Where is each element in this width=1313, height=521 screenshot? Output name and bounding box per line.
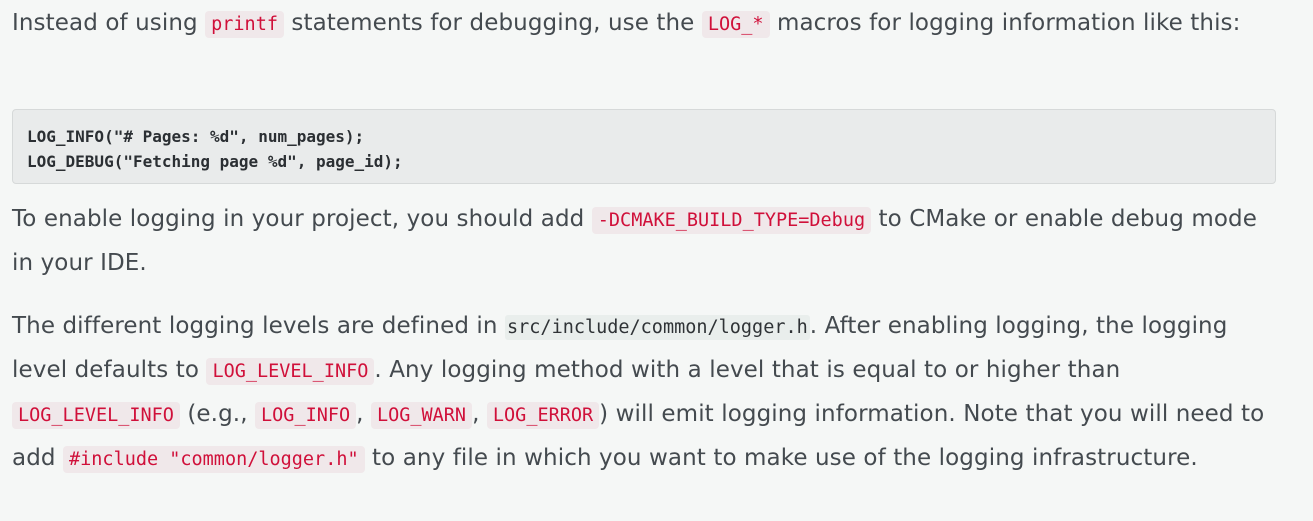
text: . Any logging method with a level that i… bbox=[374, 357, 1121, 383]
paragraph-intro: Instead of using printf statements for d… bbox=[12, 2, 1280, 46]
inline-code-log-info: LOG_INFO bbox=[255, 402, 357, 429]
code-line-1: LOG_INFO("# Pages: %d", num_pages); bbox=[27, 127, 365, 146]
text: to any file in which you want to make us… bbox=[364, 445, 1198, 471]
paragraph-enable-logging: To enable logging in your project, you s… bbox=[12, 198, 1280, 284]
text: Instead of using bbox=[12, 10, 206, 36]
paragraph-logging-levels: The different logging levels are defined… bbox=[12, 305, 1280, 481]
inline-code-log-macros: LOG_* bbox=[701, 11, 770, 38]
inline-code-log-error: LOG_ERROR bbox=[486, 402, 600, 429]
code-line-2: LOG_DEBUG("Fetching page %d", page_id); bbox=[27, 152, 403, 171]
inline-code-logger-path: src/include/common/logger.h bbox=[505, 315, 810, 340]
text: The different logging levels are defined… bbox=[12, 313, 506, 339]
text: (e.g., bbox=[179, 401, 256, 427]
inline-code-printf: printf bbox=[205, 11, 284, 38]
inline-code-cmake-flag: -DCMAKE_BUILD_TYPE=Debug bbox=[591, 207, 872, 234]
inline-code-log-warn: LOG_WARN bbox=[370, 402, 473, 429]
code-block[interactable]: LOG_INFO("# Pages: %d", num_pages); LOG_… bbox=[12, 109, 1276, 184]
inline-code-log-level-info: LOG_LEVEL_INFO bbox=[206, 358, 375, 385]
text: statements for debugging, use the bbox=[283, 10, 702, 36]
text: , bbox=[356, 401, 371, 427]
text: macros for logging information like this… bbox=[769, 10, 1241, 36]
code-block-content: LOG_INFO("# Pages: %d", num_pages); LOG_… bbox=[27, 124, 1261, 174]
text: To enable logging in your project, you s… bbox=[12, 206, 592, 232]
text: , bbox=[472, 401, 487, 427]
inline-code-include-logger: #include "common/logger.h" bbox=[63, 446, 365, 473]
inline-code-log-level-info: LOG_LEVEL_INFO bbox=[12, 402, 180, 429]
